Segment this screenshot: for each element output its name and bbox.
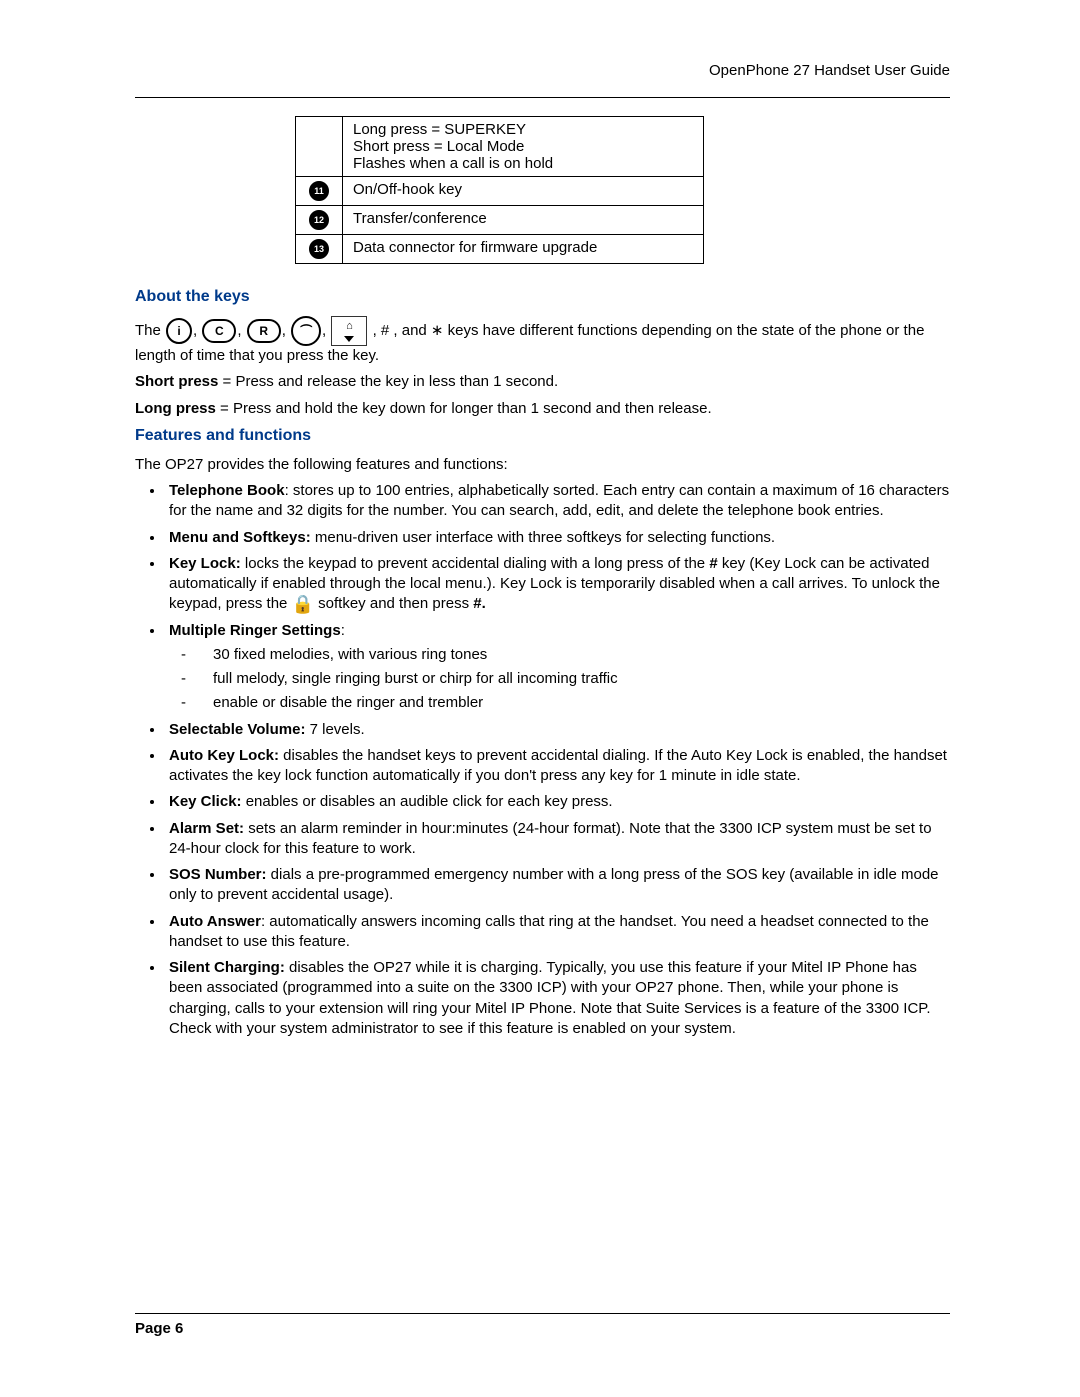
short-press-definition: Short press = Press and release the key … [135,372,950,392]
text-fragment: locks the keypad to prevent accidental d… [241,555,710,572]
ringer-sublist: 30 fixed melodies, with various ring ton… [197,645,950,714]
circled-number-icon: 11 [309,181,329,201]
feature-label: Auto Key Lock: [169,747,279,764]
text-fragment: dials a pre-programmed emergency number … [169,866,939,903]
feature-label: Multiple Ringer Settings [169,622,341,639]
r-key-icon: R [247,319,281,343]
short-press-label: Short press [135,373,218,390]
list-item: Selectable Volume: 7 levels. [165,720,950,740]
table-text-cell: On/Off-hook key [343,177,704,206]
table-row: Long press = SUPERKEY Short press = Loca… [296,117,704,177]
table-icon-cell: 13 [296,235,343,264]
list-item: Multiple Ringer Settings: 30 fixed melod… [165,621,950,714]
text-fragment: : stores up to 100 entries, alphabetical… [169,482,949,519]
table-line: Short press = Local Mode [353,138,693,155]
table-icon-cell: 11 [296,177,343,206]
feature-label: Alarm Set: [169,820,244,837]
page-footer: Page 6 [135,1313,950,1337]
list-item: Auto Key Lock: disables the handset keys… [165,746,950,787]
page: OpenPhone 27 Handset User Guide Long pre… [0,0,1080,1397]
long-press-label: Long press [135,400,216,417]
sublist-item: full melody, single ringing burst or chi… [197,669,950,689]
list-item: Auto Answer: automatically answers incom… [165,912,950,953]
feature-label: Silent Charging: [169,959,285,976]
table-row: 12 Transfer/conference [296,206,704,235]
features-list: Telephone Book: stores up to 100 entries… [165,481,950,1039]
lock-icon: 🔒 [292,595,314,613]
hash-key: # [709,555,717,572]
feature-label: Key Lock: [169,555,241,572]
list-item: Telephone Book: stores up to 100 entries… [165,481,950,522]
table-row: 13 Data connector for firmware upgrade [296,235,704,264]
key-table: Long press = SUPERKEY Short press = Loca… [295,116,704,264]
header-rule [135,97,950,98]
sublist-item: enable or disable the ringer and tremble… [197,693,950,713]
feature-label: Auto Answer [169,913,261,930]
circled-number-icon: 12 [309,210,329,230]
c-key-icon: C [202,319,236,343]
feature-label: Selectable Volume: [169,721,305,738]
dropdown-key-icon: ⌂ [331,316,367,346]
section-heading-about-keys: About the keys [135,288,950,306]
table-text-cell: Transfer/conference [343,206,704,235]
table-line: Long press = SUPERKEY [353,121,693,138]
about-keys-paragraph: The i, C, R, ⏜, ⌂ , # , and ∗ keys have … [135,316,950,366]
list-item: Silent Charging: disables the OP27 while… [165,958,950,1039]
text-fragment: = Press and hold the key down for longer… [216,400,712,417]
circled-number-icon: 13 [309,239,329,259]
section-heading-features: Features and functions [135,427,950,445]
list-item: Key Lock: locks the keypad to prevent ac… [165,554,950,615]
text-fragment: sets an alarm reminder in hour:minutes (… [169,820,932,857]
list-item: Key Click: enables or disables an audibl… [165,792,950,812]
text-fragment: : automatically answers incoming calls t… [169,913,929,950]
feature-label: Key Click: [169,793,242,810]
text-fragment: The [135,322,165,339]
header-title: OpenPhone 27 Handset User Guide [135,62,950,79]
text-fragment: enables or disables an audible click for… [242,793,613,810]
list-item: Alarm Set: sets an alarm reminder in hou… [165,819,950,860]
text-fragment: 7 levels. [305,721,364,738]
table-row: 11 On/Off-hook key [296,177,704,206]
text-fragment: menu-driven user interface with three so… [311,529,775,546]
text-fragment: disables the handset keys to prevent acc… [169,747,947,784]
feature-label: Telephone Book [169,482,285,499]
text-fragment: = Press and release the key in less than… [218,373,558,390]
page-number: Page 6 [135,1320,950,1337]
text-fragment: softkey and then press [314,595,473,612]
table-text-cell: Data connector for firmware upgrade [343,235,704,264]
text-fragment: : [341,622,345,639]
features-intro: The OP27 provides the following features… [135,455,950,475]
table-icon-cell [296,117,343,177]
table-line: Flashes when a call is on hold [353,155,693,172]
hash-key: #. [473,595,486,612]
list-item: Menu and Softkeys: menu-driven user inte… [165,528,950,548]
long-press-definition: Long press = Press and hold the key down… [135,399,950,419]
feature-label: SOS Number: [169,866,267,883]
sublist-item: 30 fixed melodies, with various ring ton… [197,645,950,665]
footer-rule [135,1313,950,1314]
table-text-cell: Long press = SUPERKEY Short press = Loca… [343,117,704,177]
hook-key-icon: ⏜ [291,316,321,346]
feature-label: Menu and Softkeys: [169,529,311,546]
list-item: SOS Number: dials a pre-programmed emerg… [165,865,950,906]
info-key-icon: i [166,318,192,344]
table-icon-cell: 12 [296,206,343,235]
